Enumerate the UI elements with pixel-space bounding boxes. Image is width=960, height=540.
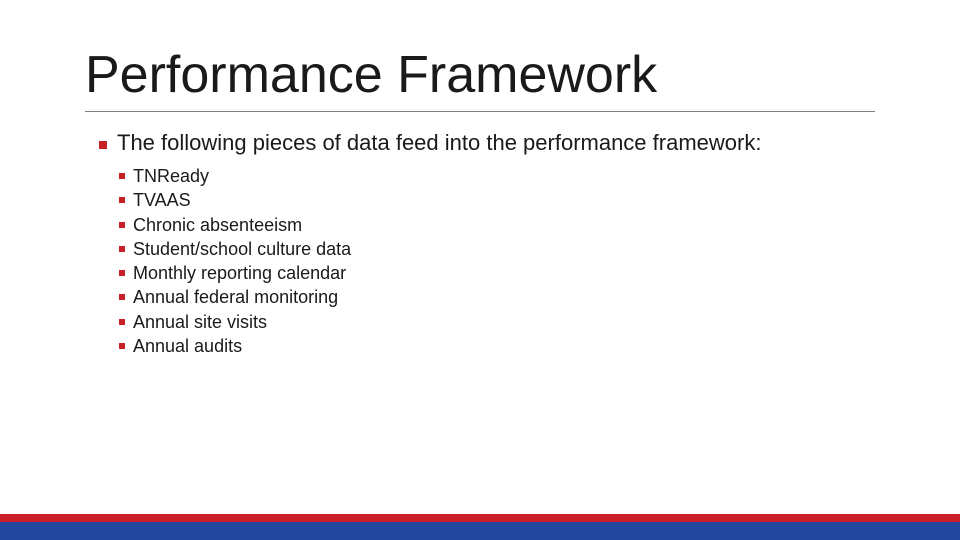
- content-area: The following pieces of data feed into t…: [85, 130, 875, 358]
- list-item: Annual federal monitoring: [119, 285, 875, 309]
- sub-item-text: Annual site visits: [133, 310, 267, 334]
- list-item: TVAAS: [119, 188, 875, 212]
- list-item: Chronic absenteeism: [119, 213, 875, 237]
- footer-decoration: [0, 506, 960, 540]
- square-bullet-icon: [119, 319, 125, 325]
- square-bullet-icon: [119, 294, 125, 300]
- list-item: Student/school culture data: [119, 237, 875, 261]
- sub-item-text: TNReady: [133, 164, 209, 188]
- sub-item-text: TVAAS: [133, 188, 191, 212]
- sub-item-text: Chronic absenteeism: [133, 213, 302, 237]
- sub-item-text: Annual audits: [133, 334, 242, 358]
- square-bullet-icon: [119, 246, 125, 252]
- square-bullet-icon: [119, 222, 125, 228]
- square-bullet-icon: [119, 197, 125, 203]
- square-bullet-icon: [119, 270, 125, 276]
- list-item: Monthly reporting calendar: [119, 261, 875, 285]
- sub-item-text: Annual federal monitoring: [133, 285, 338, 309]
- slide-title: Performance Framework: [85, 45, 875, 112]
- list-item: TNReady: [119, 164, 875, 188]
- square-bullet-icon: [99, 141, 107, 149]
- square-bullet-icon: [119, 343, 125, 349]
- square-bullet-icon: [119, 173, 125, 179]
- sub-item-text: Student/school culture data: [133, 237, 351, 261]
- footer-bar-blue: [0, 522, 960, 540]
- list-item: Annual site visits: [119, 310, 875, 334]
- slide: Performance Framework The following piec…: [0, 0, 960, 540]
- main-item-text: The following pieces of data feed into t…: [117, 130, 761, 156]
- sub-bullet-list: TNReady TVAAS Chronic absenteeism Studen…: [99, 164, 875, 358]
- main-bullet-item: The following pieces of data feed into t…: [99, 130, 875, 156]
- sub-item-text: Monthly reporting calendar: [133, 261, 346, 285]
- list-item: Annual audits: [119, 334, 875, 358]
